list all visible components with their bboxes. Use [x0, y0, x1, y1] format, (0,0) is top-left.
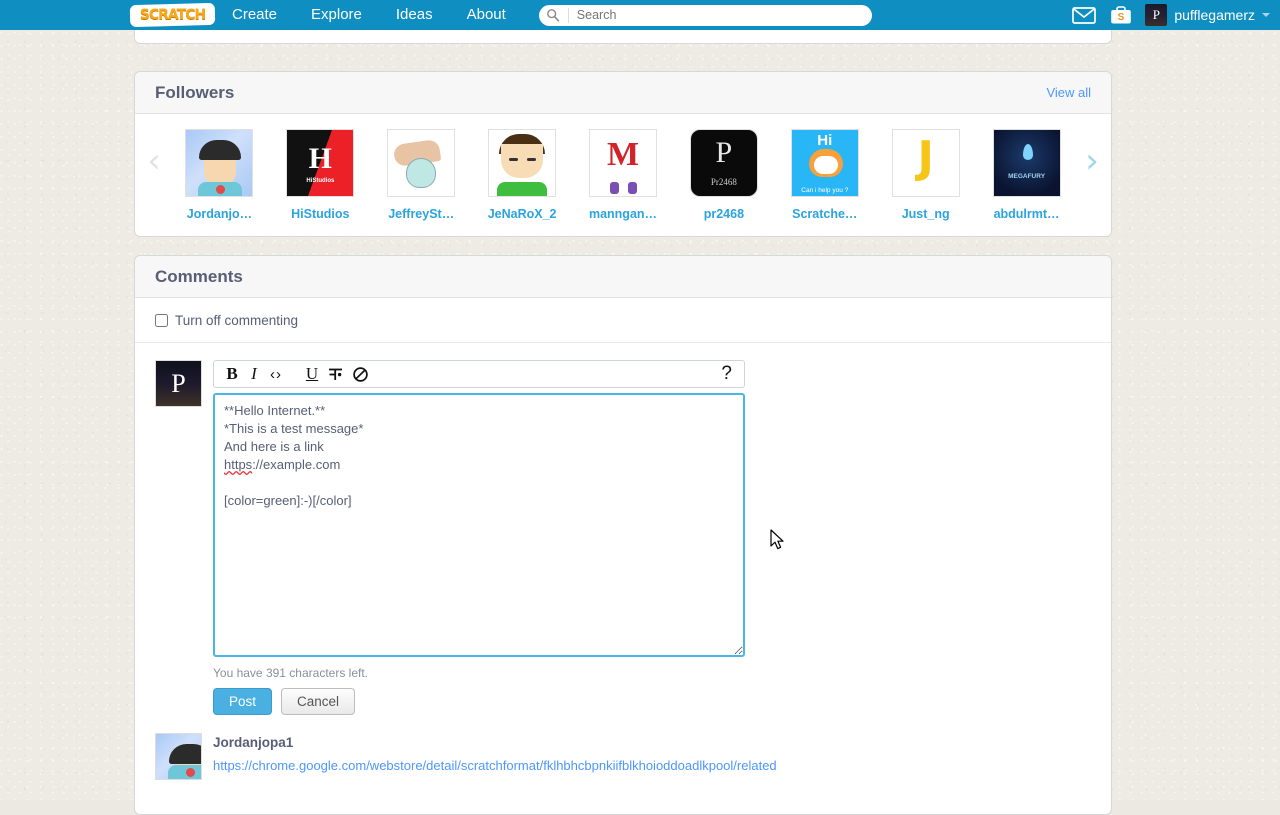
post-button[interactable]: Post: [213, 688, 273, 715]
follower-name[interactable]: manngan…: [589, 207, 657, 221]
underline-icon[interactable]: U: [302, 363, 322, 385]
comment-text: https://chrome.google.com/webstore/detai…: [213, 756, 777, 776]
follower-item[interactable]: H HiStudios HiStudios: [270, 114, 371, 221]
composer-main: B I ‹› U ? **Hello Internet.** *This is …: [213, 360, 745, 715]
comment-author[interactable]: Jordanjopa1: [213, 735, 777, 750]
scratchecat-avatar: Hi Can i help you ?: [790, 129, 859, 197]
scratch-logo[interactable]: SCRATCH: [129, 2, 216, 28]
nav-right-group: S P pufflegamerz: [1065, 0, 1280, 30]
comments-title: Comments: [155, 266, 243, 286]
follower-item[interactable]: J Just_ng: [875, 114, 976, 221]
turn-off-commenting-label[interactable]: Turn off commenting: [175, 313, 298, 328]
followers-title: Followers: [155, 82, 235, 102]
follower-item[interactable]: MEGAFURY abdulrmt…: [976, 114, 1077, 221]
italic-icon[interactable]: I: [244, 363, 264, 385]
follower-name[interactable]: Scratche…: [792, 207, 857, 221]
follower-item[interactable]: P Pr2468 pr2468: [673, 114, 774, 221]
comments-panel: Comments Turn off commenting P B I ‹› U: [134, 255, 1112, 815]
messages-icon[interactable]: [1065, 0, 1102, 30]
nav-link-about[interactable]: About: [450, 0, 523, 30]
follower-name[interactable]: HiStudios: [291, 207, 349, 221]
follower-item[interactable]: JeNaRoX_2: [472, 114, 573, 221]
follower-name[interactable]: JeffreySt…: [388, 207, 454, 221]
code-icon[interactable]: ‹›: [266, 363, 286, 385]
followers-view-all-link[interactable]: View all: [1046, 85, 1091, 100]
chevron-down-icon: [1262, 13, 1270, 17]
comment-textarea[interactable]: **Hello Internet.** *This is a test mess…: [213, 393, 745, 657]
follower-name[interactable]: abdulrmt…: [994, 207, 1060, 221]
svg-text:S: S: [1117, 12, 1124, 23]
jeffreystudios-avatar: [387, 129, 456, 197]
comments-header: Comments: [135, 256, 1111, 298]
jordanjopa1-avatar[interactable]: [155, 733, 202, 780]
strikethrough-icon[interactable]: [324, 363, 347, 385]
followers-header: Followers View all: [135, 72, 1111, 114]
link-icon[interactable]: [349, 363, 372, 385]
jenarox2-avatar: [488, 129, 557, 197]
manngan-avatar: M: [589, 129, 657, 197]
characters-left-text: You have 391 characters left.: [213, 666, 368, 680]
formatting-toolbar: B I ‹› U ?: [213, 360, 745, 388]
search-icon: [539, 7, 569, 23]
comment-composer: P B I ‹› U ? **Hello Internet.** *This i…: [135, 343, 1111, 715]
my-stuff-icon[interactable]: S: [1102, 0, 1139, 30]
top-navigation-bar: SCRATCH Create Explore Ideas About Searc…: [0, 0, 1280, 30]
bold-icon[interactable]: B: [222, 363, 242, 385]
comment-link-continued[interactable]: dlkpool/related: [692, 758, 777, 773]
username-label: pufflegamerz: [1174, 7, 1255, 23]
user-menu[interactable]: P pufflegamerz: [1139, 0, 1280, 30]
followers-panel: Followers View all ‹ Jordanjo… H HiStudi…: [134, 71, 1112, 237]
justng-avatar: J: [891, 129, 960, 197]
follower-name[interactable]: pr2468: [704, 207, 744, 221]
misspelled-word: https: [224, 457, 253, 472]
nav-link-create[interactable]: Create: [215, 0, 294, 30]
composer-avatar: P: [155, 360, 202, 407]
turn-off-commenting-checkbox[interactable]: [155, 313, 168, 327]
cancel-button[interactable]: Cancel: [281, 688, 356, 715]
followers-carousel: ‹ Jordanjo… H HiStudios HiStudios Jeffre…: [135, 114, 1111, 237]
composer-buttons: Post Cancel: [213, 688, 745, 715]
nav-link-ideas[interactable]: Ideas: [379, 0, 450, 30]
comment-body: Jordanjopa1 https://chrome.google.com/we…: [213, 733, 777, 780]
follower-item[interactable]: Jordanjo…: [169, 114, 270, 221]
jordanjopa1-avatar: [185, 129, 254, 197]
formatting-buttons: B I ‹› U: [222, 363, 372, 385]
comment-item: Jordanjopa1 https://chrome.google.com/we…: [135, 715, 1111, 780]
avatar: P: [1145, 4, 1168, 26]
turn-off-commenting-row: Turn off commenting: [135, 298, 1111, 343]
abdulrmt-avatar: MEGAFURY: [992, 129, 1061, 197]
pr2468-avatar: P Pr2468: [689, 129, 758, 197]
carousel-next-arrow[interactable]: ›: [1079, 138, 1105, 184]
search-input[interactable]: [568, 5, 872, 25]
logo-text: SCRATCH: [139, 7, 206, 23]
search-box[interactable]: [538, 4, 872, 26]
nav-link-explore[interactable]: Explore: [294, 0, 379, 30]
follower-item[interactable]: Hi Can i help you ? Scratche…: [774, 114, 875, 221]
follower-name[interactable]: Just_ng: [902, 207, 950, 221]
follower-name[interactable]: JeNaRoX_2: [488, 207, 557, 221]
histudios-avatar: H HiStudios: [286, 129, 355, 197]
carousel-prev-arrow[interactable]: ‹: [141, 138, 167, 184]
help-icon[interactable]: ?: [717, 363, 736, 385]
follower-item[interactable]: JeffreySt…: [371, 114, 472, 221]
comment-link[interactable]: https://chrome.google.com/webstore/detai…: [213, 758, 692, 773]
follower-item[interactable]: M manngan…: [573, 114, 674, 221]
follower-name[interactable]: Jordanjo…: [187, 207, 252, 221]
